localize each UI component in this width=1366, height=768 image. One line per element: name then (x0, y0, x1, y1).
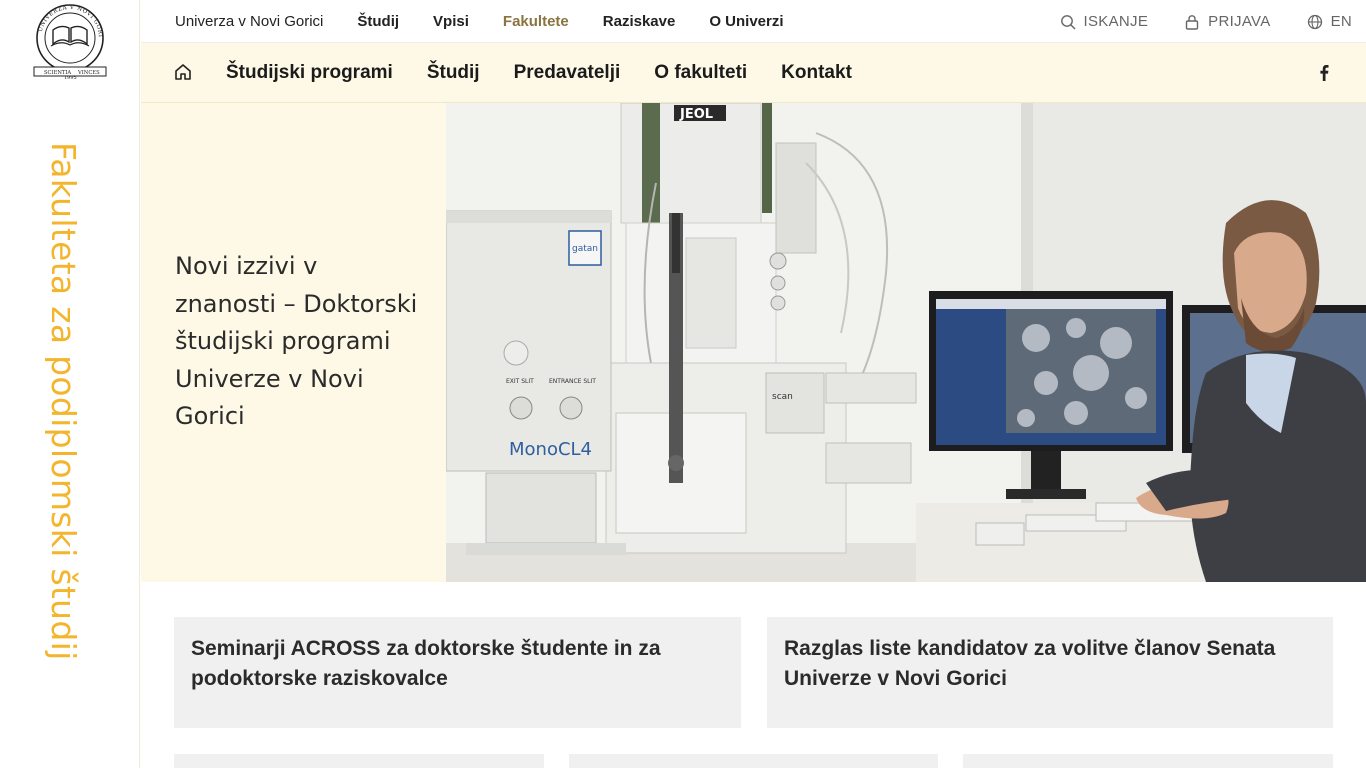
faculty-navigation: Študijski programi Študij Predavatelji O… (141, 43, 1366, 103)
logo-motto-right: VINCES (77, 70, 100, 76)
top-link-studij[interactable]: Študij (357, 13, 399, 30)
news-card-title[interactable]: Seminarji ACROSS za doktorske študente i… (191, 634, 711, 694)
faculty-title-vertical: Fakulteta za podiplomski študij (44, 142, 83, 661)
logo-year: 1995 (64, 75, 77, 80)
nav-studijski-programi[interactable]: Študijski programi (226, 62, 393, 84)
nav-predavatelji[interactable]: Predavatelji (514, 62, 621, 84)
search-label: ISKANJE (1083, 13, 1149, 30)
search-button[interactable]: ISKANJE (1060, 13, 1149, 30)
language-label: EN (1330, 13, 1352, 30)
top-link-vpisi[interactable]: Vpisi (433, 13, 469, 30)
gatan-badge: gatan (572, 244, 598, 254)
news-card-title[interactable]: Razglas liste kandidatov za volitve član… (784, 634, 1303, 694)
news-card[interactable] (569, 754, 938, 768)
home-icon[interactable] (173, 62, 193, 82)
nav-kontakt[interactable]: Kontakt (781, 62, 852, 84)
globe-icon (1307, 14, 1322, 29)
news-card[interactable] (963, 754, 1333, 768)
search-icon (1060, 14, 1076, 30)
monocl4-label: MonoCL4 (509, 439, 592, 460)
university-seal-logo[interactable]: SCIENTIA VINCES 1995 UNIVERZA V NOVI GOR… (31, 4, 109, 80)
top-link-raziskave[interactable]: Raziskave (603, 13, 676, 30)
facebook-icon[interactable] (1316, 64, 1332, 82)
hero-photo-microscope-lab: JEOL scan gatan EXIT SLIT ENTRANCE SLIT (446, 103, 1366, 582)
scan-label: scan (772, 392, 793, 402)
entrance-slit-label: ENTRANCE SLIT (549, 378, 596, 385)
login-button[interactable]: PRIJAVA (1184, 13, 1270, 30)
top-link-o-univerzi[interactable]: O Univerzi (709, 13, 783, 30)
hero-image[interactable]: JEOL scan gatan EXIT SLIT ENTRANCE SLIT (446, 103, 1366, 582)
nav-studij[interactable]: Študij (427, 62, 480, 84)
news-card[interactable] (174, 754, 544, 768)
hero-title[interactable]: Novi izzivi v znanosti – Doktorski študi… (175, 248, 425, 436)
top-link-univerza[interactable]: Univerza v Novi Gorici (175, 13, 323, 30)
hero-text-panel: Novi izzivi v znanosti – Doktorski študi… (141, 103, 446, 582)
lock-icon (1185, 14, 1199, 30)
exit-slit-label: EXIT SLIT (506, 378, 534, 385)
login-label: PRIJAVA (1208, 13, 1271, 30)
nav-o-fakulteti[interactable]: O fakulteti (654, 62, 747, 84)
top-link-fakultete[interactable]: Fakultete (503, 13, 569, 30)
news-card[interactable]: Razglas liste kandidatov za volitve član… (767, 617, 1333, 728)
top-navigation: Univerza v Novi Gorici Študij Vpisi Faku… (141, 0, 1366, 43)
side-rail: SCIENTIA VINCES 1995 UNIVERZA V NOVI GOR… (0, 0, 140, 768)
news-card[interactable]: Seminarji ACROSS za doktorske študente i… (174, 617, 741, 728)
jeol-label: JEOL (679, 107, 713, 122)
language-switch[interactable]: EN (1307, 13, 1352, 30)
